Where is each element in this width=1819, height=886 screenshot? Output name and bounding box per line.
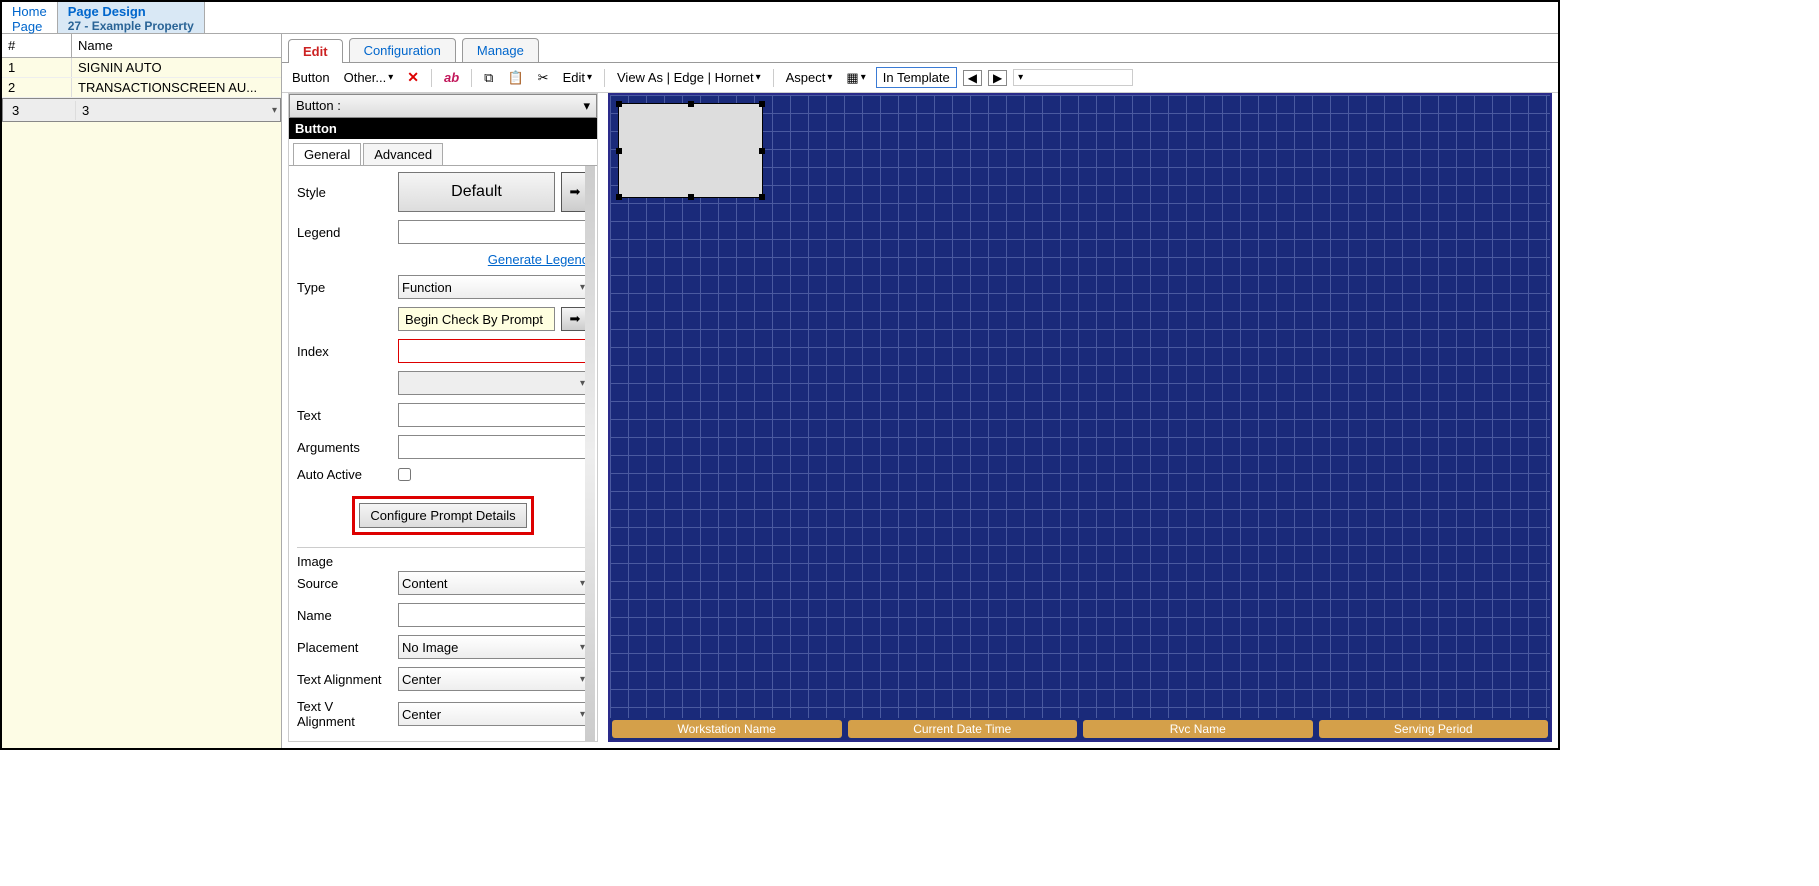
footer-datetime: Current Date Time xyxy=(848,720,1078,738)
label-type: Type xyxy=(297,280,392,295)
text-input[interactable] xyxy=(398,403,589,427)
element-selector[interactable]: Button :▾ xyxy=(289,94,597,118)
work-row: Button :▾ Button General Advanced Style … xyxy=(282,93,1558,748)
element-title: Button xyxy=(289,118,597,139)
generate-legend-link[interactable]: Generate Legend xyxy=(488,252,589,267)
type-arrow-icon[interactable]: ➡ xyxy=(561,307,589,331)
tab-subtitle: 27 - Example Property xyxy=(68,19,194,33)
arguments-input[interactable] xyxy=(398,435,589,459)
label-talign: Text Alignment xyxy=(297,672,392,687)
col-name[interactable]: Name xyxy=(72,34,281,57)
col-number[interactable]: # xyxy=(2,34,72,57)
name-input[interactable] xyxy=(398,603,589,627)
label-legend: Legend xyxy=(297,225,392,240)
tool-button[interactable]: Button xyxy=(288,68,334,87)
label-style: Style xyxy=(297,185,392,200)
label-autoactive: Auto Active xyxy=(297,467,392,482)
tab-title: Page Design xyxy=(68,4,194,19)
label-name: Name xyxy=(297,608,392,623)
talign-select[interactable]: Center xyxy=(398,667,589,691)
app-window: HomePage Page Design 27 - Example Proper… xyxy=(0,0,1560,750)
index-input[interactable] xyxy=(398,339,589,363)
tab-home[interactable]: HomePage xyxy=(2,2,58,33)
footer-workstation: Workstation Name xyxy=(612,720,842,738)
tab-edit[interactable]: Edit xyxy=(288,39,343,63)
label-text: Text xyxy=(297,408,392,423)
grid-icon[interactable]: ▦ xyxy=(842,68,869,88)
label-source: Source xyxy=(297,576,392,591)
properties-panel: Button :▾ Button General Advanced Style … xyxy=(288,93,598,742)
style-arrow-icon[interactable]: ➡ xyxy=(561,172,589,212)
left-header: # Name xyxy=(2,34,281,58)
tab-page-design[interactable]: Page Design 27 - Example Property xyxy=(58,2,205,33)
properties-form: Style Default ➡ Legend Generate Legend xyxy=(289,166,597,741)
footer-bar: Workstation Name Current Date Time Rvc N… xyxy=(610,718,1550,740)
legend-input[interactable] xyxy=(398,220,589,244)
type-action-box[interactable]: Begin Check By Prompt xyxy=(398,307,555,331)
viewas-menu[interactable]: View As | Edge | Hornet xyxy=(613,68,765,87)
tool-other[interactable]: Other... xyxy=(340,68,398,87)
label-index: Index xyxy=(297,344,392,359)
label-tvalign: Text V Alignment xyxy=(297,699,392,729)
list-item[interactable]: 1 SIGNIN AUTO xyxy=(2,58,281,78)
paste-icon[interactable]: 📋 xyxy=(503,68,527,88)
nav-prev-icon[interactable]: ◀ xyxy=(963,70,982,86)
footer-rvc: Rvc Name xyxy=(1083,720,1313,738)
placement-select[interactable]: No Image xyxy=(398,635,589,659)
list-item[interactable]: 2 TRANSACTIONSCREEN AU... xyxy=(2,78,281,98)
canvas-wrap: Workstation Name Current Date Time Rvc N… xyxy=(608,93,1552,742)
sub-tabs: Edit Configuration Manage xyxy=(282,34,1558,63)
tab-configuration[interactable]: Configuration xyxy=(349,38,456,62)
tab-general[interactable]: General xyxy=(293,143,361,165)
left-rows: 1 SIGNIN AUTO 2 TRANSACTIONSCREEN AU... … xyxy=(2,58,281,748)
in-template-button[interactable]: In Template xyxy=(876,67,957,88)
tvalign-select[interactable]: Center xyxy=(398,702,589,726)
nav-next-icon[interactable]: ▶ xyxy=(988,70,1007,86)
right-panel: Edit Configuration Manage Button Other..… xyxy=(282,34,1558,748)
delete-icon[interactable]: ✕ xyxy=(403,67,423,88)
top-tabs: HomePage Page Design 27 - Example Proper… xyxy=(2,2,1558,34)
left-panel: # Name 1 SIGNIN AUTO 2 TRANSACTIONSCREEN… xyxy=(2,34,282,748)
label-arguments: Arguments xyxy=(297,440,392,455)
placed-button[interactable] xyxy=(618,103,763,198)
aspect-menu[interactable]: Aspect xyxy=(782,68,837,87)
ab-icon[interactable]: ab xyxy=(440,68,463,87)
label-placement: Placement xyxy=(297,640,392,655)
prop-tabs: General Advanced xyxy=(289,139,597,166)
label-image: Image xyxy=(297,547,589,571)
edit-menu[interactable]: Edit xyxy=(559,68,596,87)
tab-advanced[interactable]: Advanced xyxy=(363,143,443,165)
index-select[interactable] xyxy=(398,371,589,395)
copy-icon[interactable]: ⧉ xyxy=(480,68,497,88)
empty-dropdown[interactable] xyxy=(1013,69,1133,86)
source-select[interactable]: Content xyxy=(398,571,589,595)
highlight-box: Configure Prompt Details xyxy=(352,496,533,535)
toolbar: Button Other... ✕ ab ⧉ 📋 ✂ Edit View As … xyxy=(282,63,1558,93)
style-button[interactable]: Default xyxy=(398,172,555,212)
design-canvas[interactable] xyxy=(610,95,1550,718)
main-row: # Name 1 SIGNIN AUTO 2 TRANSACTIONSCREEN… xyxy=(2,34,1558,748)
configure-prompt-button[interactable]: Configure Prompt Details xyxy=(359,503,526,528)
list-item[interactable]: 3 3 xyxy=(2,98,281,122)
autoactive-checkbox[interactable] xyxy=(398,468,411,481)
type-select[interactable]: Function xyxy=(398,275,589,299)
footer-period: Serving Period xyxy=(1319,720,1549,738)
cut-icon[interactable]: ✂ xyxy=(534,68,553,88)
tab-manage[interactable]: Manage xyxy=(462,38,539,62)
